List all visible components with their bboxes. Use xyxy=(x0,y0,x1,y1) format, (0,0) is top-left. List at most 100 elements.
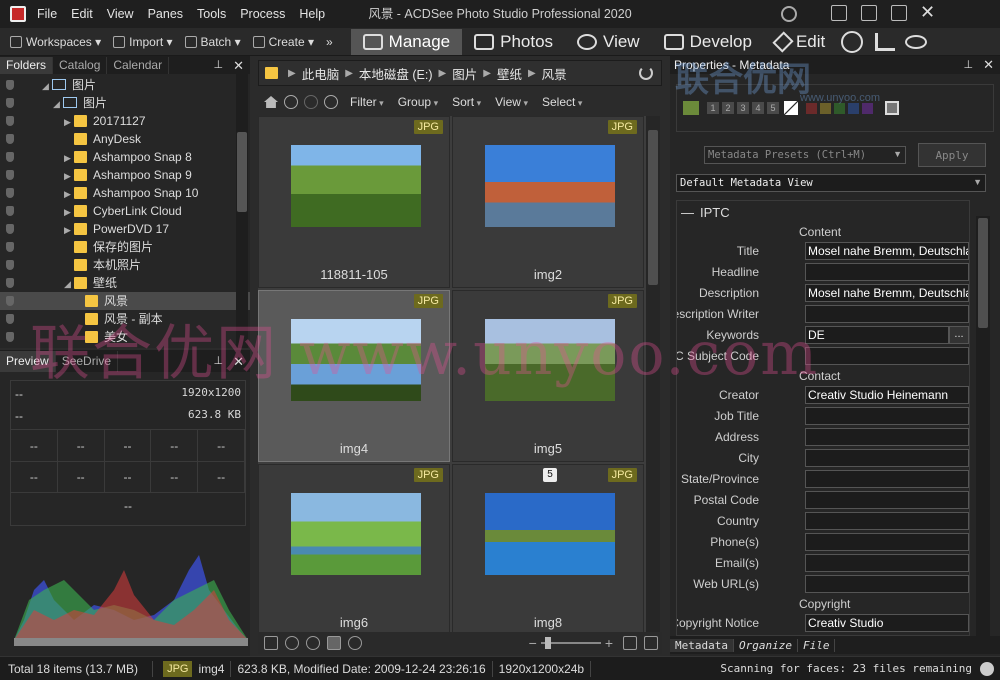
create-button[interactable]: Create ▾ xyxy=(252,35,314,49)
expand-arrow-icon[interactable]: ▶ xyxy=(64,203,74,221)
batch-button[interactable]: Batch ▾ xyxy=(184,35,241,49)
pin-icon[interactable] xyxy=(6,260,14,270)
rotate-right-icon[interactable] xyxy=(306,636,320,650)
tree-item[interactable]: 风景 - 副本 xyxy=(0,310,250,328)
iptc-section-header[interactable]: — IPTC xyxy=(677,201,969,223)
workspaces-button[interactable]: Workspaces ▾ xyxy=(10,35,101,49)
panel-toggle-icon[interactable] xyxy=(831,5,847,21)
breadcrumb-item[interactable]: 图片 xyxy=(452,64,477,83)
tree-item[interactable]: ▶ CyberLink Cloud xyxy=(0,202,250,220)
menu-edit[interactable]: Edit xyxy=(64,0,100,28)
metadata-field[interactable] xyxy=(805,512,969,530)
metadata-field[interactable]: Creativ Studio xyxy=(805,614,969,632)
menu-help[interactable]: Help xyxy=(292,0,332,28)
breadcrumb-item[interactable]: 本地磁盘 (E:) xyxy=(359,64,433,83)
tree-item[interactable]: ◢ 壁纸 xyxy=(0,274,250,292)
dashboard-icon[interactable] xyxy=(875,32,896,51)
app-logo-icon[interactable] xyxy=(10,6,26,22)
pin-icon[interactable] xyxy=(6,134,14,144)
filter-view-menu[interactable]: View xyxy=(495,95,528,109)
metadata-field[interactable] xyxy=(805,347,969,365)
minimize-button[interactable] xyxy=(861,5,877,21)
maximize-button[interactable] xyxy=(891,5,907,21)
close-panel-icon[interactable]: ✕ xyxy=(983,56,994,74)
pin-icon[interactable] xyxy=(6,98,14,108)
tree-item[interactable]: ◢ 图片 xyxy=(0,76,250,94)
face-detect-icon[interactable] xyxy=(980,661,994,676)
mode-edit[interactable]: Edit xyxy=(764,29,837,55)
clear-rating-icon[interactable] xyxy=(784,101,798,115)
rating-4-box[interactable]: 4 xyxy=(752,102,764,114)
metadata-field[interactable]: DE xyxy=(805,326,949,344)
folder-tree-scrollbar[interactable] xyxy=(236,72,248,348)
play-icon[interactable] xyxy=(348,636,362,650)
thumbnail-item[interactable]: JPG img4 xyxy=(258,290,450,462)
pin-icon[interactable] xyxy=(6,296,14,306)
thumbnail-image[interactable] xyxy=(485,145,615,227)
pin-icon[interactable] xyxy=(6,206,14,216)
thumbnail-item[interactable]: JPG 118811-105 xyxy=(258,116,450,288)
account-icon[interactable] xyxy=(781,6,797,22)
pin-icon[interactable] xyxy=(6,188,14,198)
pin-icon[interactable] xyxy=(6,152,14,162)
tab-folders[interactable]: Folders xyxy=(0,57,54,74)
color-label-blue[interactable] xyxy=(848,102,859,114)
rating-5-box[interactable]: 5 xyxy=(767,102,779,114)
apply-button[interactable]: Apply xyxy=(918,143,986,167)
tab-organize[interactable]: Organize xyxy=(734,638,798,652)
tab-file[interactable]: File xyxy=(798,638,836,652)
expand-arrow-icon[interactable]: ◢ xyxy=(53,95,63,113)
mode-photos[interactable]: Photos xyxy=(462,29,565,55)
zoom-out-icon[interactable]: − xyxy=(529,635,537,651)
metadata-view-select[interactable]: Default Metadata View ▼ xyxy=(676,174,986,192)
pin-icon[interactable] xyxy=(6,314,14,324)
label-check-icon[interactable] xyxy=(683,101,699,115)
image-view-icon[interactable] xyxy=(623,636,637,650)
tree-item[interactable]: ▶ Ashampoo Snap 8 xyxy=(0,148,250,166)
tab-metadata[interactable]: Metadata xyxy=(670,638,734,652)
expand-arrow-icon[interactable]: ◢ xyxy=(42,77,52,95)
zoom-in-icon[interactable]: + xyxy=(605,635,613,651)
tab-calendar[interactable]: Calendar xyxy=(107,57,170,74)
thumbnail-item[interactable]: JPG img5 xyxy=(452,290,644,462)
clear-color-icon[interactable] xyxy=(885,101,899,115)
menu-panes[interactable]: Panes xyxy=(141,0,190,28)
close-panel-icon[interactable]: ✕ xyxy=(233,351,244,372)
thumbnail-scrollbar[interactable] xyxy=(646,116,660,632)
expand-arrow-icon[interactable]: ◢ xyxy=(64,275,74,293)
back-icon[interactable] xyxy=(284,95,298,109)
zoom-slider-handle[interactable] xyxy=(544,637,551,649)
thumbnail-image[interactable] xyxy=(291,145,421,227)
pin-icon[interactable] xyxy=(6,332,14,342)
home-icon[interactable] xyxy=(264,96,278,108)
tree-item[interactable]: ▶ 20171127 xyxy=(0,112,250,130)
tree-item[interactable]: 美女 xyxy=(0,328,250,346)
metadata-field[interactable] xyxy=(805,554,969,572)
365-icon[interactable] xyxy=(841,30,864,53)
zoom-slider[interactable] xyxy=(540,637,601,649)
filter-select-menu[interactable]: Select xyxy=(542,95,582,109)
tree-item[interactable]: ▶ PowerDVD 17 xyxy=(0,220,250,238)
rating-3-box[interactable]: 3 xyxy=(737,102,749,114)
tree-item[interactable]: 本机照片 xyxy=(0,256,250,274)
metadata-field[interactable] xyxy=(805,305,969,323)
image-folder-icon[interactable] xyxy=(264,636,278,650)
breadcrumb-separator-icon[interactable]: ▶ xyxy=(483,68,491,79)
thumbnail-image[interactable] xyxy=(291,493,421,575)
breadcrumb-item[interactable]: 此电脑 xyxy=(302,64,340,83)
pin-icon[interactable] xyxy=(6,116,14,126)
thumbnail-item[interactable]: JPG 5 img8 xyxy=(452,464,644,632)
metadata-field[interactable] xyxy=(805,575,969,593)
pin-icon[interactable] xyxy=(6,278,14,288)
tab-catalog[interactable]: Catalog xyxy=(53,57,108,74)
close-button[interactable]: ✕ xyxy=(920,2,935,23)
thumbnail-image[interactable] xyxy=(485,493,615,575)
color-label-yellow[interactable] xyxy=(820,102,831,114)
import-button[interactable]: Import ▾ xyxy=(113,35,173,49)
color-label-purple[interactable] xyxy=(862,102,873,114)
mode-develop[interactable]: Develop xyxy=(652,29,764,55)
pin-icon[interactable]: ⊥ xyxy=(214,351,224,372)
breadcrumb-separator-icon[interactable]: ▶ xyxy=(528,68,536,79)
breadcrumb-separator-icon[interactable]: ▶ xyxy=(345,68,353,79)
breadcrumb-separator-icon[interactable]: ▶ xyxy=(439,68,447,79)
